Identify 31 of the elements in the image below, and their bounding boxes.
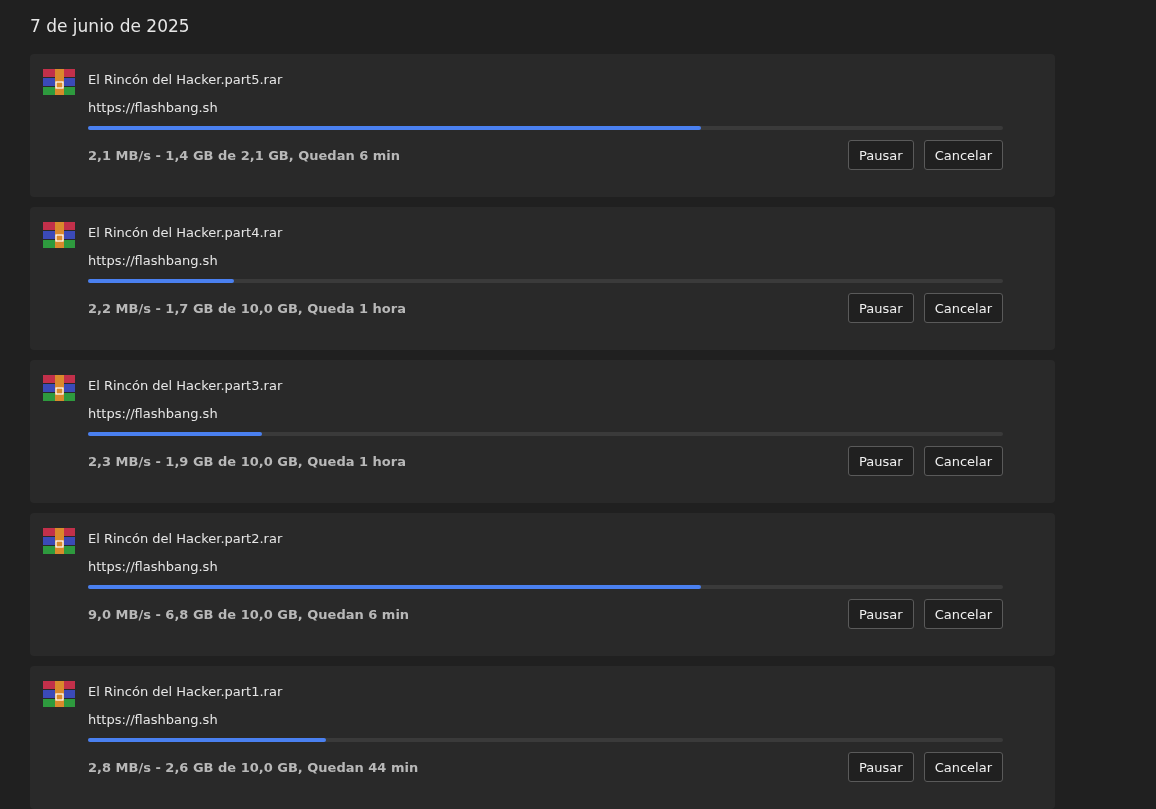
source-url: https://flashbang.sh [88,99,218,117]
download-status: 9,0 MB/s - 6,8 GB de 10,0 GB, Quedan 6 min [88,606,410,622]
source-url: https://flashbang.sh [88,711,218,729]
download-status: 2,3 MB/s - 1,9 GB de 10,0 GB, Queda 1 hora [88,453,406,469]
source-url: https://flashbang.sh [88,405,218,423]
download-status: 2,1 MB/s - 1,4 GB de 2,1 GB, Quedan 6 min [88,147,401,163]
cancel-button[interactable]: Cancelar [923,293,1003,323]
pause-button[interactable]: Pausar [848,752,914,782]
cancel-button[interactable]: Cancelar [923,599,1003,629]
archive-icon [43,528,75,554]
file-name[interactable]: El Rincón del Hacker.part3.rar [88,375,283,397]
file-name[interactable]: El Rincón del Hacker.part2.rar [88,528,283,550]
download-status: 2,8 MB/s - 2,6 GB de 10,0 GB, Quedan 44 min [88,759,419,775]
file-name[interactable]: El Rincón del Hacker.part5.rar [88,69,283,91]
download-status: 2,2 MB/s - 1,7 GB de 10,0 GB, Queda 1 hora [88,300,406,316]
cancel-button[interactable]: Cancelar [923,140,1003,170]
source-url: https://flashbang.sh [88,252,218,270]
file-name[interactable]: El Rincón del Hacker.part1.rar [88,681,283,703]
date-heading: 7 de junio de 2025 [30,15,191,38]
file-name[interactable]: El Rincón del Hacker.part4.rar [88,222,283,244]
pause-button[interactable]: Pausar [848,140,914,170]
cancel-button[interactable]: Cancelar [923,752,1003,782]
archive-icon [43,681,75,707]
pause-button[interactable]: Pausar [848,599,914,629]
pause-button[interactable]: Pausar [848,293,914,323]
pause-button[interactable]: Pausar [848,446,914,476]
archive-icon [43,69,75,95]
cancel-button[interactable]: Cancelar [923,446,1003,476]
source-url: https://flashbang.sh [88,558,218,576]
archive-icon [43,222,75,248]
archive-icon [43,375,75,401]
